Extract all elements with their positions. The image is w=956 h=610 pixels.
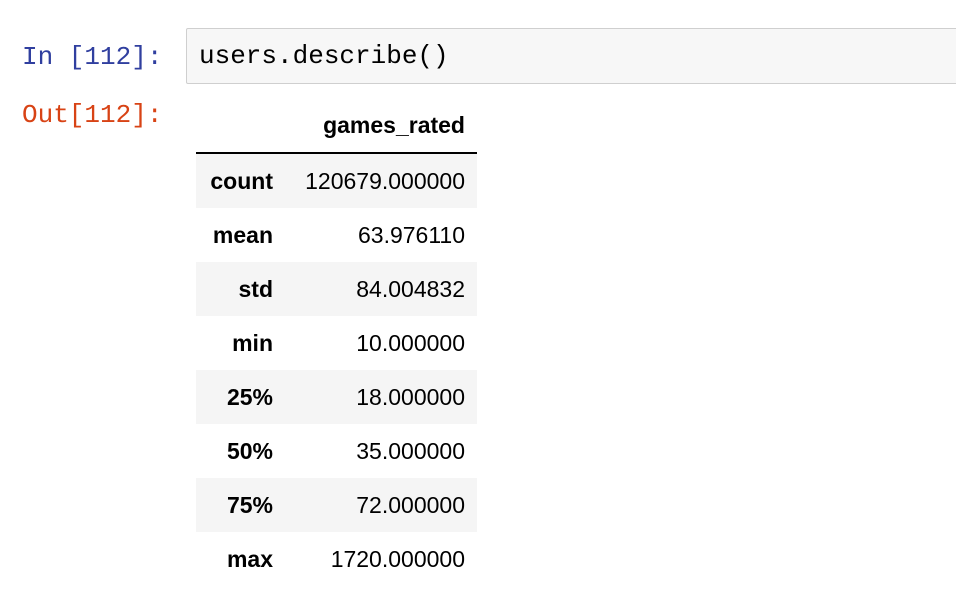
dataframe-output-table: games_rated count 120679.000000 mean 63.…	[196, 98, 477, 586]
row-label: mean	[212, 221, 273, 248]
table-row: 50% 35.000000	[196, 424, 477, 478]
table-row: count 120679.000000	[196, 153, 477, 208]
row-value: 10.000000	[356, 329, 465, 356]
row-value: 35.000000	[356, 437, 465, 464]
column-header-games-rated: games_rated	[285, 98, 477, 154]
row-value: 1720.000000	[330, 545, 465, 572]
output-prompt: Out[112]:	[22, 100, 163, 130]
row-value: 63.976110	[357, 221, 465, 248]
index-header-cell	[196, 98, 285, 154]
row-label: min	[232, 329, 273, 356]
table-row: min 10.000000	[196, 316, 477, 370]
row-value: 72.000000	[356, 491, 465, 518]
table-header-row: games_rated	[196, 98, 477, 154]
row-value: 120679.000000	[305, 167, 465, 194]
table-row: 75% 72.000000	[196, 478, 477, 532]
row-label: 50%	[226, 437, 273, 464]
code-cell-editor[interactable]: users.describe()	[186, 28, 956, 84]
table-row: max 1720.000000	[196, 532, 477, 586]
table-row: mean 63.976110	[196, 208, 477, 262]
row-label: 25%	[226, 383, 273, 410]
row-label: max	[226, 545, 273, 572]
row-label: 75%	[226, 491, 273, 518]
row-label: count	[210, 167, 273, 194]
row-value: 18.000000	[356, 383, 465, 410]
table-row: 25% 18.000000	[196, 370, 477, 424]
row-value: 84.004832	[356, 275, 465, 302]
code-text[interactable]: users.describe()	[199, 41, 449, 71]
row-label: std	[238, 275, 274, 302]
table-row: std 84.004832	[196, 262, 477, 316]
input-prompt: In [112]:	[22, 42, 163, 72]
